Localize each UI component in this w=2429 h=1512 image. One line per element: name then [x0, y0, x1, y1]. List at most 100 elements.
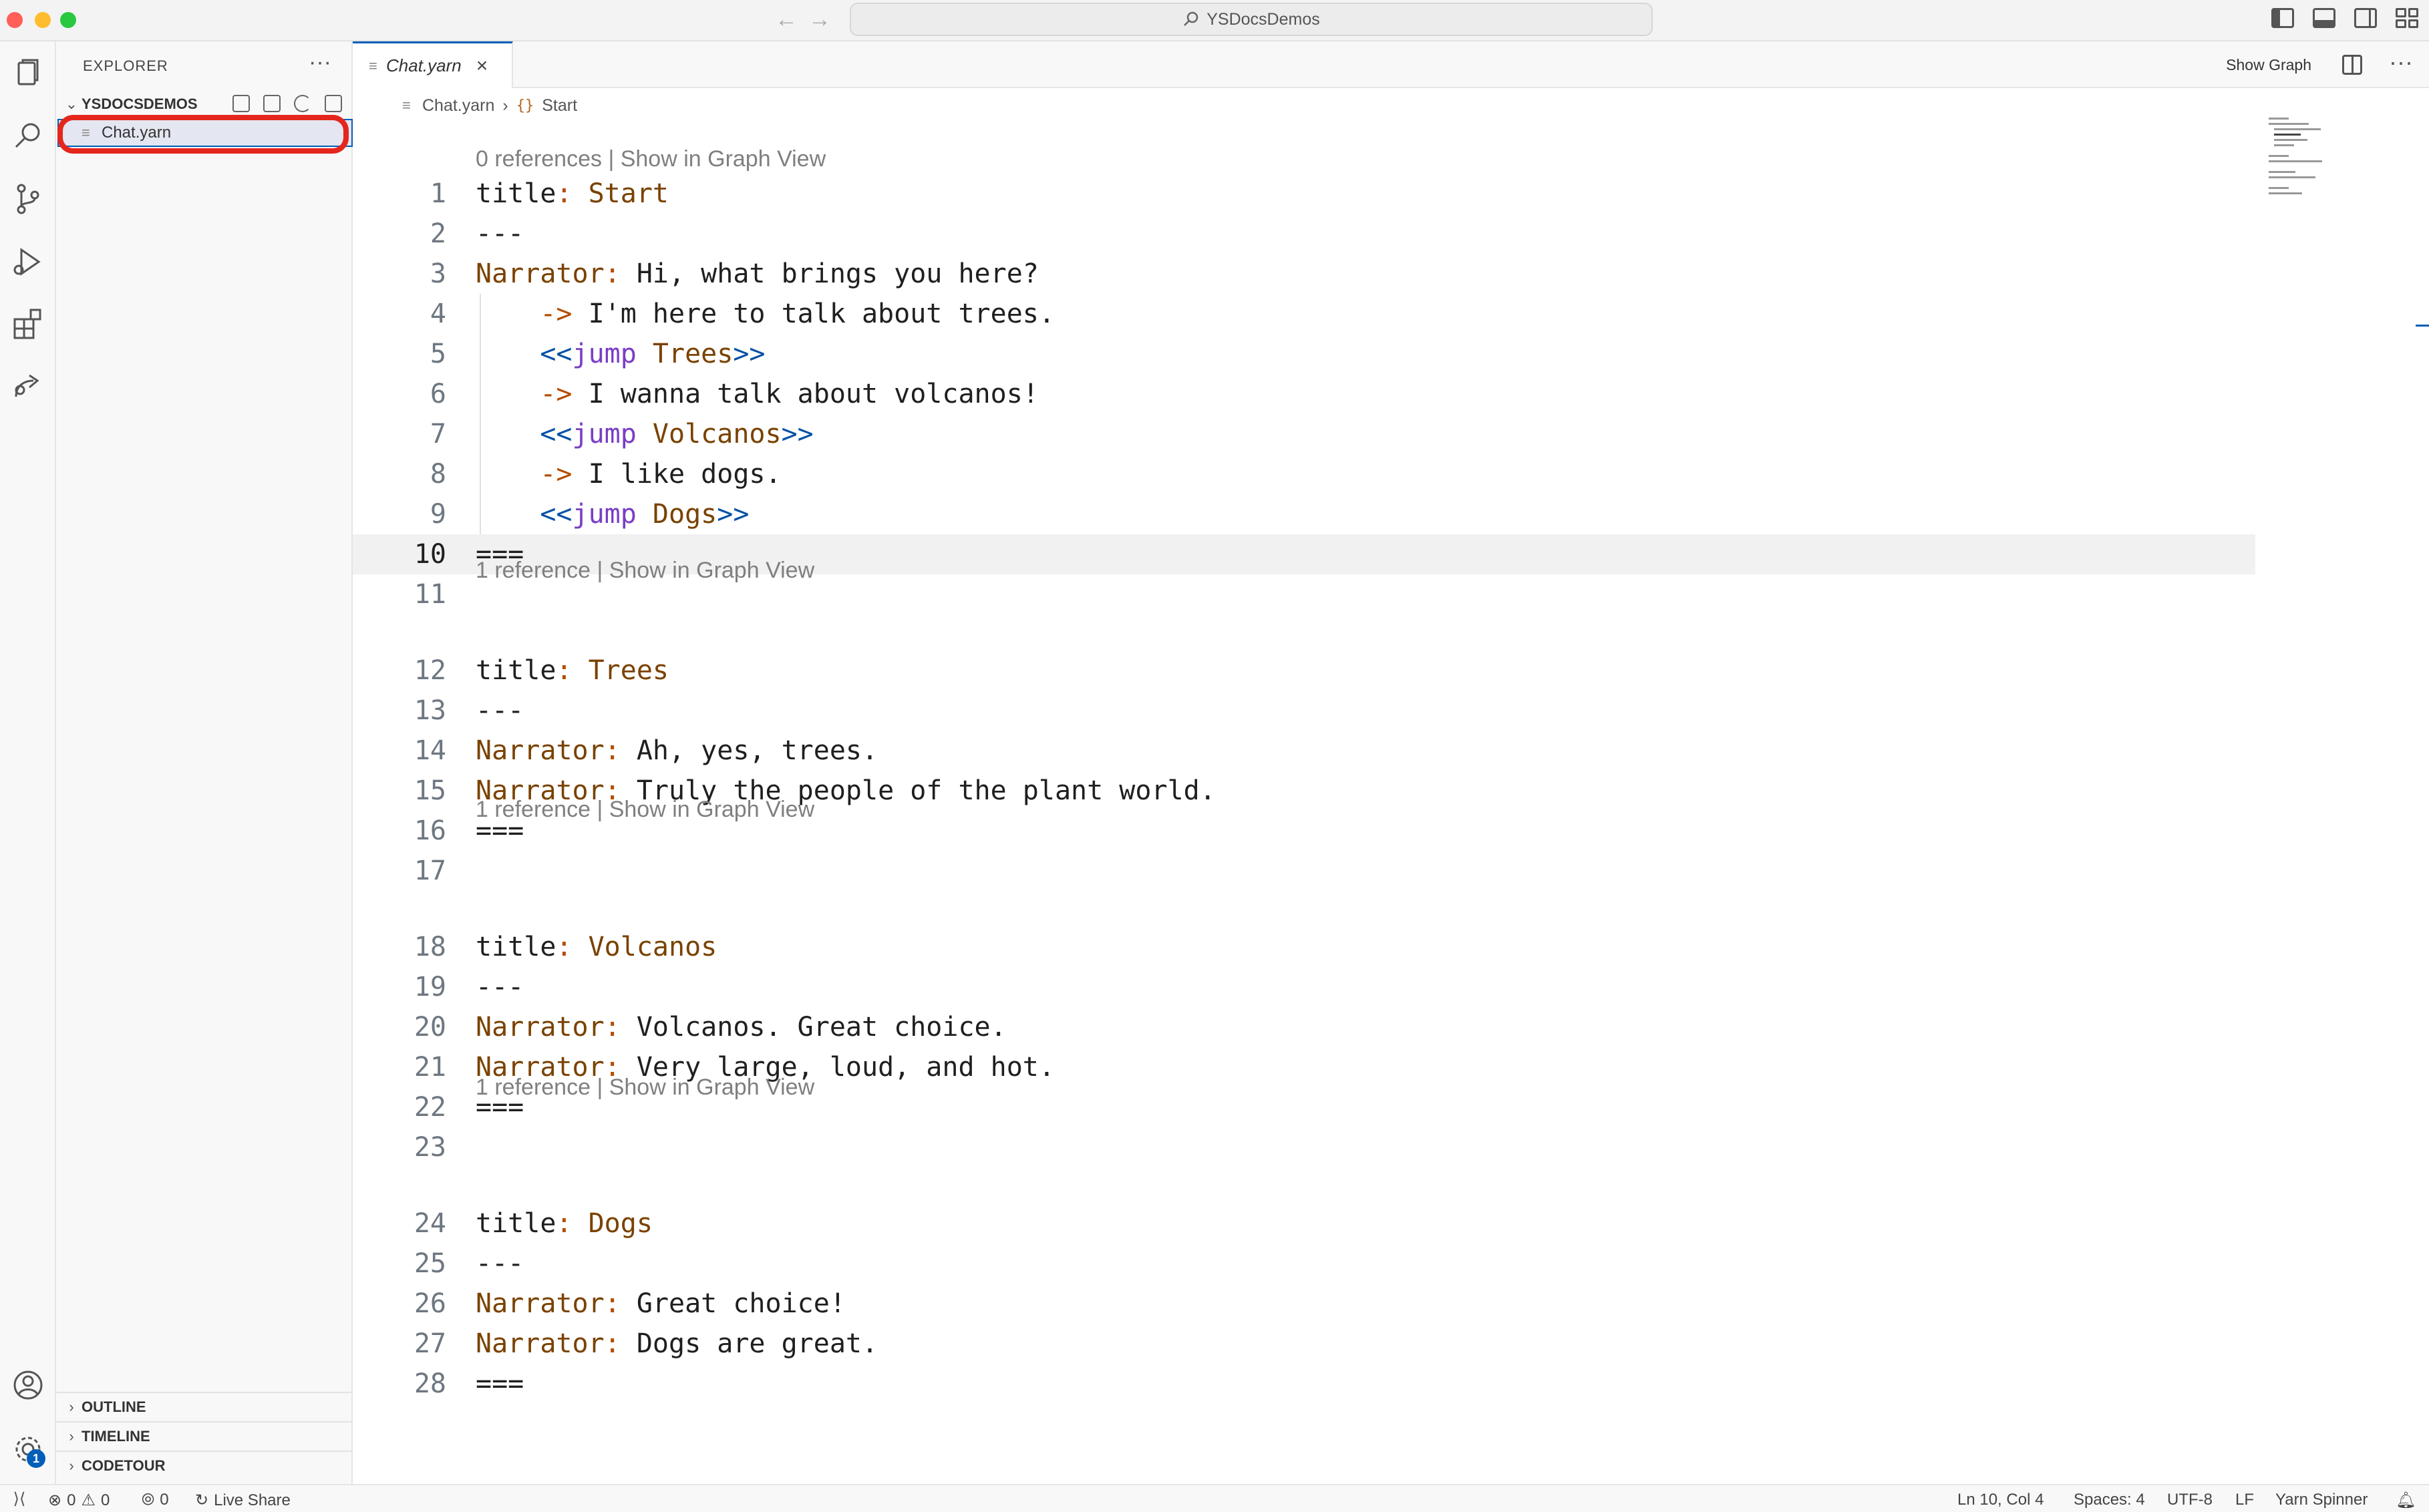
maximize-window-button[interactable]	[60, 12, 76, 28]
code-token: ===	[476, 1368, 524, 1399]
tab-chat-yarn[interactable]: ≡ Chat.yarn ×	[353, 41, 513, 88]
code-line[interactable]: 24 title: Dogs	[353, 1203, 2357, 1244]
code-line[interactable]: 19 ---	[353, 967, 2357, 1007]
breadcrumb-symbol[interactable]: Start	[542, 96, 577, 116]
close-window-button[interactable]	[7, 12, 23, 28]
code-line[interactable]: 5 <<jump Trees>>	[353, 334, 2357, 374]
timeline-panel[interactable]: › TIMELINE	[56, 1421, 351, 1451]
show-graph-button[interactable]: Show Graph	[2226, 56, 2311, 74]
code-line[interactable]: 17	[353, 851, 2357, 891]
code-line[interactable]: 25 ---	[353, 1244, 2357, 1284]
more-actions-icon[interactable]: ···	[309, 49, 331, 75]
timeline-label: TIMELINE	[82, 1428, 150, 1445]
code-line[interactable]: 3 Narrator: Hi, what brings you here?	[353, 254, 2357, 294]
minimize-window-button[interactable]	[35, 12, 51, 28]
code-line[interactable]: 2 ---	[353, 214, 2357, 254]
new-folder-icon[interactable]	[263, 95, 281, 112]
code-line[interactable]: 13 ---	[353, 691, 2357, 731]
code-line[interactable]: 6 -> I wanna talk about volcanos!	[353, 374, 2357, 414]
language-mode[interactable]: Yarn Spinner	[2275, 1491, 2368, 1509]
code-line[interactable]: 4 -> I'm here to talk about trees.	[353, 294, 2357, 334]
code-token: Narrator	[476, 1288, 605, 1319]
code-token: ->	[540, 299, 573, 329]
problems-indicator[interactable]: ⊗ 0 ⚠ 0	[48, 1491, 110, 1510]
run-debug-icon[interactable]	[9, 243, 47, 280]
file-lines-icon: ≡	[369, 57, 377, 74]
code-lens-start[interactable]: 0 references | Show in Graph View	[476, 144, 826, 174]
code-lens-volcanos[interactable]: 1 reference | Show in Graph View	[476, 795, 814, 824]
code-token: :	[604, 1328, 621, 1359]
code-line[interactable]: 9 <<jump Dogs>>	[353, 494, 2357, 534]
code-text: ---	[476, 1244, 524, 1284]
notifications-bell-icon[interactable]: 🔔︎	[2396, 1491, 2416, 1510]
codetour-panel[interactable]: › CODETOUR	[56, 1451, 351, 1480]
back-arrow-icon[interactable]: ←	[775, 7, 798, 33]
code-text: <<jump Dogs>>	[476, 494, 749, 534]
workspace-folder[interactable]: ⌄ YSDOCSDEMOS	[56, 91, 351, 118]
line-number: 5	[430, 339, 446, 369]
line-number: 21	[414, 1052, 446, 1083]
code-text: ---	[476, 214, 524, 254]
code-line[interactable]: 28 ===	[353, 1364, 2357, 1404]
line-number: 12	[414, 655, 446, 686]
line-number: 9	[430, 499, 446, 530]
remote-indicator-icon[interactable]: ⟩⟨	[0, 1485, 39, 1512]
code-token: jump	[572, 339, 637, 369]
toggle-secondary-sidebar-icon[interactable]	[2354, 8, 2377, 28]
toggle-primary-sidebar-icon[interactable]	[2271, 8, 2294, 28]
accounts-icon[interactable]	[9, 1366, 47, 1404]
tab-bar: ≡ Chat.yarn × Show Graph ···	[353, 41, 2429, 88]
breadcrumb: ≡ Chat.yarn › {} Start	[379, 92, 577, 119]
outline-panel[interactable]: › OUTLINE	[56, 1392, 351, 1421]
manage-gear-icon[interactable]: 1	[9, 1431, 47, 1468]
minimap[interactable]	[2269, 118, 2335, 198]
new-file-icon[interactable]	[232, 95, 250, 112]
chevron-right-icon: ›	[69, 1428, 74, 1445]
toggle-panel-icon[interactable]	[2313, 8, 2335, 28]
symbol-braces-icon: {}	[516, 97, 534, 114]
code-text: Narrator: Ah, yes, trees.	[476, 731, 878, 771]
search-icon[interactable]	[9, 118, 47, 155]
code-text: title: Start	[476, 174, 669, 214]
code-line[interactable]: 12 title: Trees	[353, 650, 2357, 691]
code-token: ->	[540, 459, 573, 490]
live-share-icon[interactable]	[9, 369, 47, 406]
customize-layout-icon[interactable]	[2396, 8, 2418, 28]
code-line[interactable]: 26 Narrator: Great choice!	[353, 1284, 2357, 1324]
code-line[interactable]: 8 -> I like dogs.	[353, 454, 2357, 494]
window-title: YSDocsDemos	[1206, 9, 1320, 29]
breadcrumb-file[interactable]: Chat.yarn	[422, 96, 494, 116]
code-line[interactable]: 23	[353, 1127, 2357, 1167]
indentation-status[interactable]: Spaces: 4	[2074, 1491, 2145, 1509]
explorer-icon[interactable]	[9, 55, 47, 92]
line-number: 26	[414, 1288, 446, 1319]
warning-icon: ⚠	[81, 1491, 96, 1509]
live-share-status[interactable]: ↻ Live Share	[195, 1491, 291, 1510]
code-line[interactable]: 27 Narrator: Dogs are great.	[353, 1324, 2357, 1364]
ports-indicator[interactable]: ⦾ 0	[142, 1491, 169, 1509]
command-center[interactable]: YSDocsDemos	[850, 3, 1653, 36]
collapse-all-icon[interactable]	[325, 95, 342, 112]
extensions-icon[interactable]	[9, 306, 47, 343]
source-control-icon[interactable]	[9, 180, 47, 218]
refresh-icon[interactable]	[294, 95, 311, 112]
code-line[interactable]: 18 title: Volcanos	[353, 927, 2357, 967]
eol-status[interactable]: LF	[2235, 1491, 2254, 1509]
code-lens-trees[interactable]: 1 reference | Show in Graph View	[476, 556, 814, 585]
code-line[interactable]: 14 Narrator: Ah, yes, trees.	[353, 731, 2357, 771]
code-text: <<jump Trees>>	[476, 334, 765, 374]
code-line[interactable]: 1 title: Start	[353, 174, 2357, 214]
ports-count: 0	[160, 1491, 169, 1509]
code-line[interactable]: 20 Narrator: Volcanos. Great choice.	[353, 1007, 2357, 1047]
split-editor-icon[interactable]	[2342, 55, 2362, 75]
more-actions-icon[interactable]: ···	[2389, 48, 2413, 76]
encoding-status[interactable]: UTF-8	[2167, 1491, 2213, 1509]
forward-arrow-icon[interactable]: →	[808, 7, 831, 33]
code-lens-dogs[interactable]: 1 reference | Show in Graph View	[476, 1073, 814, 1102]
cursor-position[interactable]: Ln 10, Col 4	[1957, 1491, 2044, 1509]
error-count: 0	[67, 1491, 76, 1509]
close-icon[interactable]: ×	[476, 55, 488, 77]
code-line[interactable]: 7 <<jump Volcanos>>	[353, 414, 2357, 454]
